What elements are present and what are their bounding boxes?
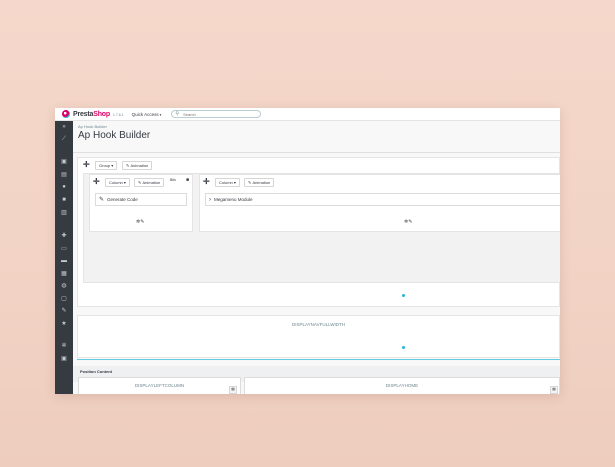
prestashop-logo-icon	[62, 110, 70, 118]
column-tools-icon[interactable]: ✲✎	[136, 219, 144, 225]
column-1: ✛ Column ▾ ✎ Animation Bits ■ ✎ Generate …	[89, 174, 193, 232]
megamenu-module-widget[interactable]: › Megamenu Module	[205, 193, 560, 206]
messages-icon[interactable]: ■	[60, 196, 68, 204]
favorite-icon[interactable]: ★	[60, 320, 68, 328]
search-box[interactable]: ⚲	[171, 110, 262, 118]
header-divider	[73, 152, 560, 153]
column-width-label[interactable]: Bits	[170, 178, 176, 182]
hook-displaynavfullwidth: DISPLAYNAVFULLWIDTH	[77, 315, 560, 358]
group-label: Group	[99, 163, 111, 168]
pencil-icon: ✎	[126, 163, 130, 168]
hook-displayhome: DISPLAYHOME ✲	[244, 377, 560, 394]
hook-builder-panel: ✛ Group ▾ ✎ Animation ✛ Column ▾ ✎ Anima…	[77, 157, 560, 307]
pencil-icon: ✎	[248, 180, 252, 185]
main-content: Ap Hook Builder Ap Hook Builder ✛ Group …	[73, 121, 560, 394]
column-2: ✛ Column ▾ ✎ Animation › Megamenu Module …	[199, 174, 560, 232]
settings-icon[interactable]: ✲	[60, 342, 68, 350]
sidebar: » ⟋ ▣ ▤ ● ■ ▥ ✚ ▭ ▬ ▦ ◍ ▢ ✎ ★ ✲ ▣	[55, 121, 73, 394]
version-label: 1.7.6.1	[112, 113, 124, 117]
column-dropdown-button[interactable]: Column ▾	[105, 178, 130, 187]
generate-code-widget[interactable]: ✎ Generate Code	[95, 193, 187, 206]
advanced-icon[interactable]: ▢	[60, 295, 68, 303]
column-label: Column	[219, 180, 233, 185]
position-content-label: Position Content	[80, 369, 112, 374]
drop-target-dot[interactable]	[402, 346, 405, 349]
search-input[interactable]	[183, 111, 254, 117]
top-bar: PrestaShop 1.7.6.1 Quick Access▾ ⚲	[55, 108, 560, 121]
drop-target-dot[interactable]	[402, 294, 405, 297]
caret-down-icon: ▾	[159, 112, 162, 117]
column-label: Column	[109, 180, 123, 185]
edit-square-icon: ✎	[99, 197, 105, 203]
international-icon[interactable]: ◍	[60, 282, 68, 290]
animation-label: Animation	[142, 180, 161, 185]
column-animation-button[interactable]: ✎ Animation	[134, 178, 165, 187]
search-icon: ⚲	[175, 111, 180, 117]
column-animation-button[interactable]: ✎ Animation	[244, 178, 275, 187]
logo-text-main: Presta	[73, 110, 94, 118]
animation-label: Animation	[252, 180, 271, 185]
add-widget-icon[interactable]: ✛	[203, 178, 210, 186]
logo-text-accent: Shop	[93, 110, 110, 118]
quick-access-label: Quick Access	[131, 111, 159, 117]
hook-divider	[77, 359, 560, 360]
column-dropdown-button[interactable]: Column ▾	[215, 178, 240, 187]
catalog-icon[interactable]: ▤	[60, 171, 68, 179]
gear-icon[interactable]: ✲	[550, 386, 558, 394]
customers-icon[interactable]: ●	[60, 183, 68, 191]
add-group-icon[interactable]: ✛	[83, 161, 90, 169]
orders-icon[interactable]: ▣	[60, 158, 68, 166]
shipping-icon[interactable]: ▬	[60, 257, 68, 265]
quick-access-menu[interactable]: Quick Access▾	[132, 112, 162, 117]
animation-label: Animation	[130, 163, 149, 168]
group-dropdown-button[interactable]: Group ▾	[95, 161, 118, 170]
widget-label: Generate Code	[107, 197, 138, 202]
hook-name: DISPLAYLEFTCOLUMN	[134, 383, 185, 388]
prestashop-logo[interactable]: PrestaShop	[62, 110, 110, 118]
payment-icon[interactable]: ▦	[60, 270, 68, 278]
add-widget-icon[interactable]: ✛	[93, 178, 100, 186]
shop-icon[interactable]: ▣	[60, 355, 68, 363]
hook-name: DISPLAYHOME	[385, 383, 419, 388]
stats-icon[interactable]: ⟋	[60, 135, 68, 143]
gear-icon[interactable]: ✲	[229, 386, 237, 394]
modules-icon[interactable]: ✚	[60, 232, 68, 240]
page-title: Ap Hook Builder	[78, 130, 151, 141]
appearance-icon[interactable]: ✎	[60, 307, 68, 315]
hook-displayleftcolumn: DISPLAYLEFTCOLUMN ✲	[78, 377, 241, 394]
pencil-icon: ✎	[138, 180, 142, 185]
chevron-right-icon: ›	[209, 196, 211, 203]
breadcrumb[interactable]: Ap Hook Builder	[78, 124, 107, 129]
group-animation-button[interactable]: ✎ Animation	[122, 161, 153, 170]
group-container: ✛ Column ▾ ✎ Animation Bits ■ ✎ Generate …	[83, 173, 560, 283]
stats-bars-icon[interactable]: ▥	[60, 209, 68, 217]
collapse-icon[interactable]: »	[60, 123, 68, 131]
design-icon[interactable]: ▭	[60, 245, 68, 253]
column-plus-icon[interactable]: ■	[186, 177, 189, 183]
app-window: PrestaShop 1.7.6.1 Quick Access▾ ⚲ » ⟋ ▣…	[55, 108, 560, 394]
column-tools-icon[interactable]: ✲✎	[404, 219, 412, 225]
widget-label: Megamenu Module	[214, 197, 253, 202]
hook-name: DISPLAYNAVFULLWIDTH	[291, 322, 345, 327]
